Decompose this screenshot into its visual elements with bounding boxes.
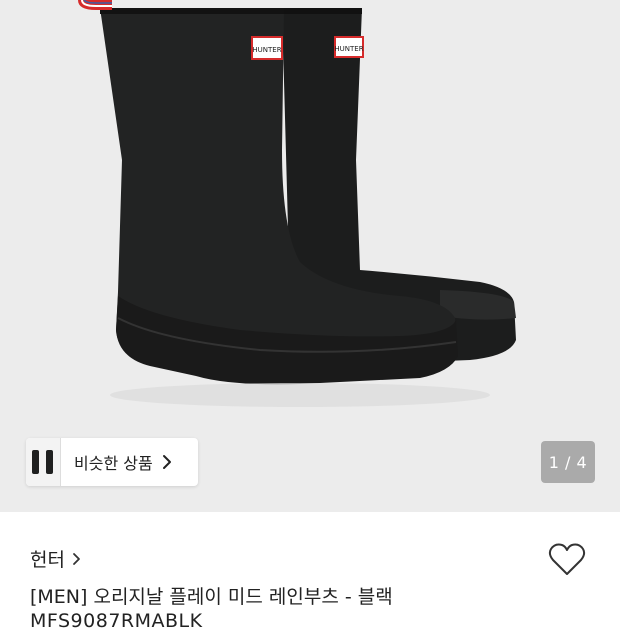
product-title: [MEN] 오리지날 플레이 미드 레인부츠 - 블랙 (30, 586, 393, 608)
image-counter: 1 / 4 (541, 441, 595, 483)
similar-products-button[interactable]: 비슷한 상품 (26, 438, 198, 486)
chevron-right-icon (162, 455, 171, 469)
product-image: HUNTER HUNTER (78, 0, 516, 407)
back-boot-logo: HUNTER (334, 45, 363, 53)
heart-outline-icon[interactable] (547, 542, 587, 578)
similar-thumbnails (26, 438, 61, 486)
boot-pull-tab (78, 0, 112, 10)
chevron-right-icon (73, 552, 80, 565)
product-code: MFS9087RMABLK (30, 610, 203, 632)
product-image-gallery[interactable]: HUNTER HUNTER 비슷한 상품 1 / 4 (0, 0, 620, 512)
similar-thumbnail (40, 438, 61, 486)
product-info: 헌터 [MEN] 오리지날 플레이 미드 레인부츠 - 블랙 MFS9087RM… (0, 512, 620, 632)
similar-products-label: 비슷한 상품 (74, 454, 153, 473)
brand-name: 헌터 (30, 549, 65, 571)
front-boot-logo: HUNTER (252, 46, 281, 54)
front-boot: HUNTER (100, 8, 458, 385)
brand-link[interactable]: 헌터 (30, 545, 83, 572)
